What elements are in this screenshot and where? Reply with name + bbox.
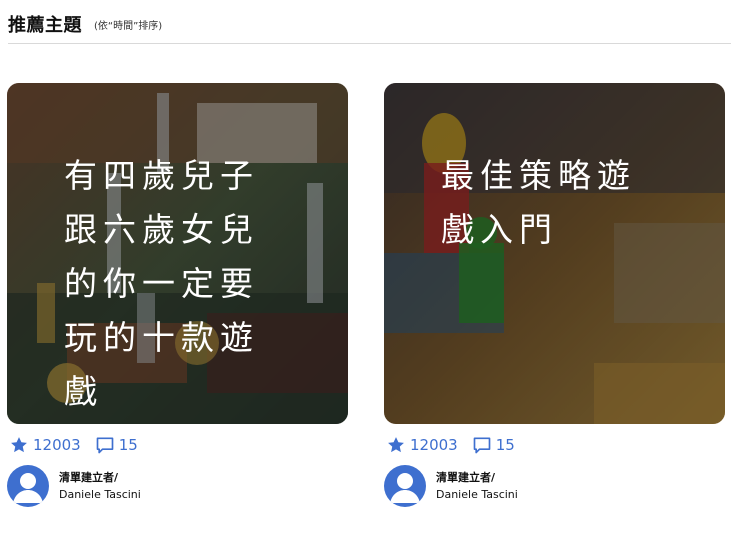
comment-count: 15 xyxy=(495,436,515,454)
topic-title[interactable]: 有四歲兒子跟六歲女兒的你一定要玩的十款遊戲 xyxy=(64,149,274,419)
star-icon[interactable] xyxy=(9,435,29,455)
topic-stats: 12003 15 xyxy=(386,435,515,455)
author-role: 清單建立者/ xyxy=(59,471,119,484)
author-info[interactable]: 清單建立者/ Daniele Tascini xyxy=(7,465,141,507)
topic-stats: 12003 15 xyxy=(9,435,138,455)
author-info[interactable]: 清單建立者/ Daniele Tascini xyxy=(384,465,518,507)
topic-cover-image[interactable]: 最佳策略遊戲入門 xyxy=(384,83,725,424)
comment-icon[interactable] xyxy=(95,435,115,455)
user-icon[interactable] xyxy=(7,465,49,507)
comment-icon[interactable] xyxy=(472,435,492,455)
like-count: 12003 xyxy=(410,436,458,454)
topic-card[interactable]: 最佳策略遊戲入門 12003 15 清單建立者/ Daniele Tascini xyxy=(384,83,725,507)
topic-title[interactable]: 最佳策略遊戲入門 xyxy=(441,149,656,257)
author-role: 清單建立者/ xyxy=(436,471,496,484)
star-icon[interactable] xyxy=(386,435,406,455)
section-header: 推薦主題 (依“時間”排序) xyxy=(8,4,731,44)
comment-count: 15 xyxy=(118,436,138,454)
section-title: 推薦主題 xyxy=(8,15,82,36)
sort-hint: (依“時間”排序) xyxy=(94,20,163,32)
topic-card[interactable]: 有四歲兒子跟六歲女兒的你一定要玩的十款遊戲 12003 15 清單建立者/ Da… xyxy=(7,83,348,507)
author-name[interactable]: Daniele Tascini xyxy=(436,486,518,503)
author-name[interactable]: Daniele Tascini xyxy=(59,486,141,503)
like-count: 12003 xyxy=(33,436,81,454)
user-icon[interactable] xyxy=(384,465,426,507)
topic-cover-image[interactable]: 有四歲兒子跟六歲女兒的你一定要玩的十款遊戲 xyxy=(7,83,348,424)
header-divider xyxy=(8,43,731,44)
